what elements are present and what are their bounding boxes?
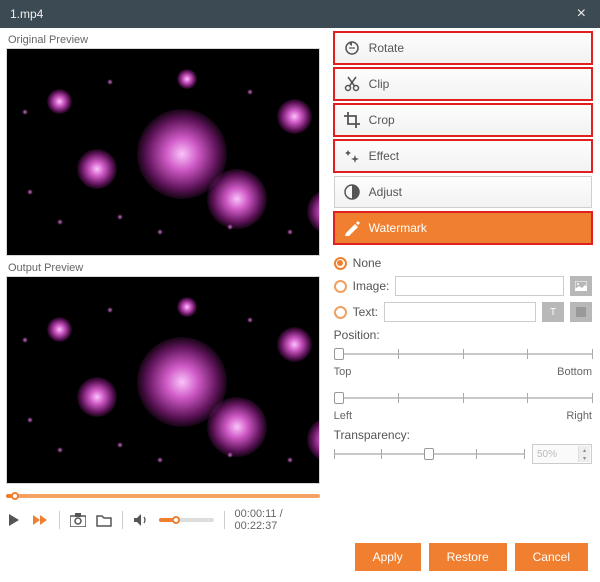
wm-none-row[interactable]: None: [334, 256, 592, 270]
tool-adjust[interactable]: Adjust: [334, 176, 592, 208]
transparency-value: 50%: [537, 449, 557, 460]
left-label: Left: [334, 410, 352, 422]
font-button[interactable]: T: [542, 302, 564, 322]
output-preview: [6, 276, 320, 484]
wm-image-row: Image:: [334, 276, 592, 296]
adjust-icon: [343, 183, 361, 201]
top-label: Top: [334, 366, 352, 378]
total-time: 00:22:37: [235, 520, 278, 532]
cancel-button[interactable]: Cancel: [515, 543, 588, 571]
play-icon[interactable]: [6, 511, 22, 529]
tool-label: Adjust: [369, 185, 402, 199]
slider-vertical[interactable]: [334, 344, 592, 364]
position-label: Position:: [334, 328, 592, 342]
none-label: None: [353, 256, 382, 270]
tool-list: Rotate Clip Crop Effect Adjust Watermark: [334, 32, 592, 248]
text-input[interactable]: [384, 302, 536, 322]
watermark-panel: None Image: Text: T Position:: [334, 256, 592, 464]
original-preview-label: Original Preview: [8, 34, 320, 46]
current-time: 00:00:11: [235, 508, 277, 520]
time-display: 00:00:11 / 00:22:37: [235, 508, 320, 532]
folder-icon[interactable]: [96, 511, 112, 529]
original-preview: [6, 48, 320, 256]
transparency-slider[interactable]: [334, 444, 524, 464]
spinner-up-icon[interactable]: ▴: [578, 446, 590, 454]
separator: [59, 511, 60, 529]
radio-text[interactable]: [334, 306, 347, 319]
transparency-label: Transparency:: [334, 428, 592, 442]
fast-forward-icon[interactable]: [32, 511, 48, 529]
transparency-spinner[interactable]: 50% ▴ ▾: [532, 444, 592, 464]
image-label: Image:: [353, 279, 390, 293]
tool-clip[interactable]: Clip: [334, 68, 592, 100]
slider-horizontal[interactable]: [334, 388, 592, 408]
output-preview-label: Output Preview: [8, 262, 320, 274]
tool-label: Effect: [369, 149, 399, 163]
tool-watermark[interactable]: Watermark: [334, 212, 592, 244]
close-icon[interactable]: ×: [573, 5, 590, 23]
apply-button[interactable]: Apply: [355, 543, 421, 571]
window-title: 1.mp4: [10, 7, 43, 21]
rotate-icon: [343, 39, 361, 57]
tool-label: Watermark: [369, 221, 427, 235]
bottom-label: Bottom: [557, 366, 592, 378]
tool-rotate[interactable]: Rotate: [334, 32, 592, 64]
main-area: Original Preview Output Preview: [0, 28, 600, 532]
restore-button[interactable]: Restore: [429, 543, 507, 571]
titlebar: 1.mp4 ×: [0, 0, 600, 28]
left-pane: Original Preview Output Preview: [0, 28, 326, 532]
separator: [224, 511, 225, 529]
separator: [122, 511, 123, 529]
footer: Apply Restore Cancel: [0, 532, 600, 582]
volume-icon[interactable]: [133, 511, 149, 529]
spinner-down-icon[interactable]: ▾: [578, 454, 590, 462]
image-path-input[interactable]: [395, 276, 564, 296]
text-label: Text:: [353, 305, 378, 319]
clip-icon: [343, 75, 361, 93]
right-pane: Rotate Clip Crop Effect Adjust Watermark None…: [326, 28, 600, 532]
tool-label: Clip: [369, 77, 390, 91]
radio-image[interactable]: [334, 280, 347, 293]
watermark-icon: [343, 219, 361, 237]
tool-label: Crop: [369, 113, 395, 127]
playback-controls: 00:00:11 / 00:22:37: [6, 508, 320, 532]
snapshot-icon[interactable]: [70, 511, 86, 529]
crop-icon: [343, 111, 361, 129]
browse-image-icon[interactable]: [570, 276, 592, 296]
wm-text-row: Text: T: [334, 302, 592, 322]
effect-icon: [343, 147, 361, 165]
right-label: Right: [566, 410, 592, 422]
tool-label: Rotate: [369, 41, 404, 55]
progress-bar[interactable]: [6, 494, 320, 498]
radio-none[interactable]: [334, 257, 347, 270]
tool-crop[interactable]: Crop: [334, 104, 592, 136]
color-button[interactable]: [570, 302, 592, 322]
tool-effect[interactable]: Effect: [334, 140, 592, 172]
volume-slider[interactable]: [159, 518, 213, 522]
